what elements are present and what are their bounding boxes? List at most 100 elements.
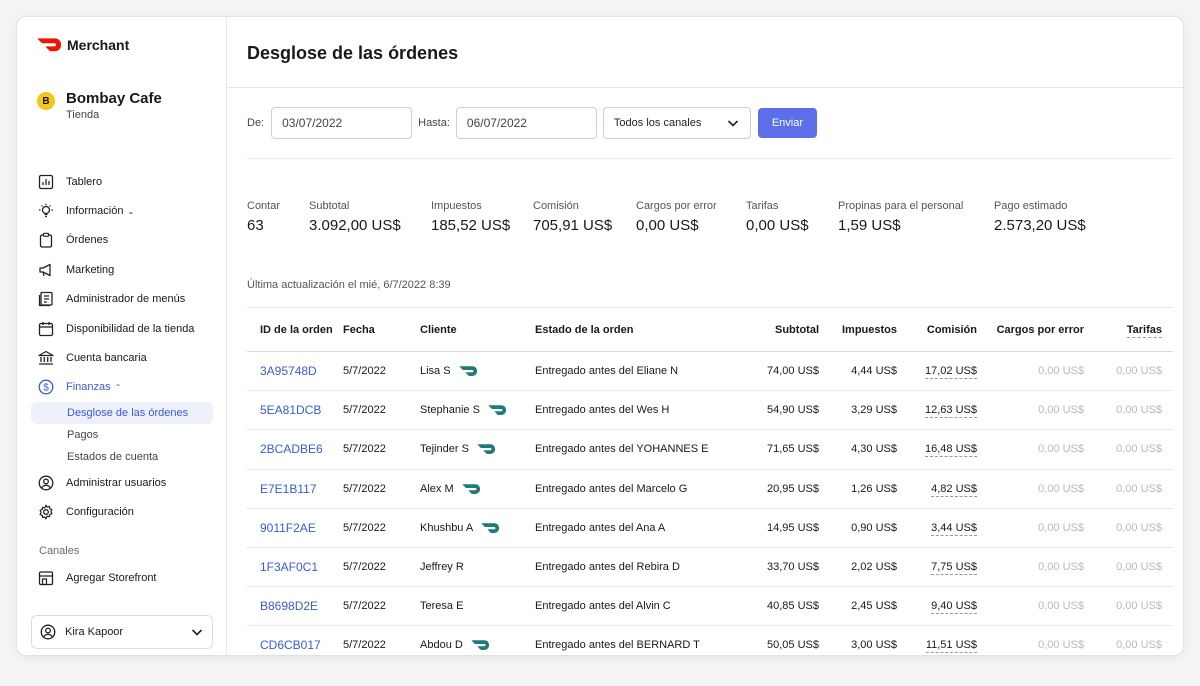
table-row[interactable]: CD6CB017 5/7/2022 Abdou D Entregado antes d…	[247, 626, 1173, 655]
taxes-cell: 0,90 US$	[851, 521, 897, 534]
table-row[interactable]: 9011F2AE 5/7/2022 Khushbu A Entregado antes…	[247, 509, 1173, 548]
commission-cell: 12,63 US$	[897, 404, 977, 419]
stat-value: 2.573,20 US$	[994, 217, 1086, 234]
commission-value[interactable]: 9,40 US$	[931, 600, 977, 615]
sidebar-item-label: Agregar Storefront	[66, 571, 157, 584]
stat-estimated-payout: Pago estimado 2.573,20 US$	[994, 200, 1086, 234]
gear-icon	[38, 504, 54, 520]
col-header-id[interactable]: ID de la orden	[247, 324, 343, 336]
commission-cell: 16,48 US$	[897, 443, 977, 458]
fees-cell: 0,00 US$	[1116, 443, 1162, 456]
table-row[interactable]: 1F3AF0C1 5/7/2022 Jeffrey R Entregado antes…	[247, 548, 1173, 588]
commission-value[interactable]: 16,48 US$	[925, 443, 977, 458]
error-charges-cell: 0,00 US$	[1038, 561, 1084, 574]
chart-icon	[38, 174, 54, 190]
channel-select[interactable]: Todos los canales	[602, 107, 751, 139]
order-id-link[interactable]: 1F3AF0C1	[260, 560, 318, 574]
app-window: Merchant B Bombay Cafe Tienda Tablero In…	[16, 16, 1184, 656]
commission-value[interactable]: 17,02 US$	[925, 365, 977, 380]
stat-subtotal: Subtotal 3.092,00 US$	[309, 200, 401, 234]
main-content: Desglose de las órdenes De: 03/07/2022 H…	[227, 17, 1183, 655]
status-cell: Entregado antes del Wes H	[535, 404, 670, 417]
submit-button[interactable]: Enviar	[757, 108, 817, 138]
table-row[interactable]: E7E1B117 5/7/2022 Alex M Entregado antes de…	[247, 470, 1173, 509]
subnav-item-statements[interactable]: Estados de cuenta	[31, 446, 213, 468]
col-header-status[interactable]: Estado de la orden	[535, 324, 725, 336]
col-header-client[interactable]: Cliente	[420, 324, 535, 336]
order-id-link[interactable]: CD6CB017	[260, 638, 321, 652]
from-date-input[interactable]: 03/07/2022	[271, 107, 413, 139]
commission-value[interactable]: 3,44 US$	[931, 521, 977, 536]
subnav-item-order-breakdown[interactable]: Desglose de las órdenes	[31, 402, 213, 425]
sidebar-item-label: Administrador de menús	[66, 293, 186, 306]
col-header-fees[interactable]: Tarifas	[1084, 323, 1162, 338]
user-menu[interactable]: Kira Kapoor	[31, 615, 213, 649]
order-id-link[interactable]: 2BCADBE6	[260, 442, 323, 456]
clipboard-icon	[38, 232, 54, 249]
stat-staff-tips: Propinas para el personal 1,59 US$	[838, 200, 963, 234]
commission-cell: 7,75 US$	[897, 561, 977, 576]
order-id-link[interactable]: B8698D2E	[260, 599, 318, 613]
order-id-link[interactable]: 5EA81DCB	[260, 403, 321, 417]
col-header-date[interactable]: Fecha	[343, 324, 420, 336]
brand-logo[interactable]: Merchant	[37, 37, 129, 53]
channel-select-value: Todos los canales	[613, 117, 702, 129]
table-row[interactable]: B8698D2E 5/7/2022 Teresa E Entregado antes …	[247, 587, 1173, 627]
table-row[interactable]: 5EA81DCB 5/7/2022 Stephanie S Entregado ant…	[247, 391, 1173, 431]
stat-label: Tarifas	[746, 200, 779, 212]
to-date-input[interactable]: 06/07/2022	[455, 107, 597, 139]
commission-cell: 3,44 US$	[897, 521, 977, 536]
fees-cell: 0,00 US$	[1116, 482, 1162, 495]
dashpass-icon	[488, 405, 506, 416]
sidebar-item-store-availability[interactable]: Disponibilidad de la tienda	[17, 314, 227, 343]
fees-cell: 0,00 US$	[1116, 404, 1162, 417]
order-id-link[interactable]: E7E1B117	[260, 482, 317, 496]
stat-value: 3.092,00 US$	[309, 217, 401, 234]
sidebar-item-label: Órdenes	[66, 234, 109, 247]
sidebar-item-marketing[interactable]: Marketing	[17, 255, 227, 284]
table-row[interactable]: 2BCADBE6 5/7/2022 Tejinder S Entregado ante…	[247, 430, 1173, 470]
sidebar-item-finanzas[interactable]: $ Finanzas ⌃	[17, 373, 227, 402]
chevron-down-icon	[190, 625, 204, 639]
subnav-item-payments[interactable]: Pagos	[31, 424, 213, 446]
order-id-link[interactable]: 3A95748D	[260, 364, 317, 378]
order-id-cell: CD6CB017	[247, 638, 343, 652]
table-row[interactable]: 3A95748D 5/7/2022 Lisa S Entregado antes de…	[247, 352, 1173, 392]
lightbulb-icon	[38, 203, 54, 219]
sidebar-item-manage-users[interactable]: Administrar usuarios	[17, 468, 227, 497]
error-charges-cell: 0,00 US$	[1038, 482, 1084, 495]
date-cell: 5/7/2022	[343, 443, 386, 456]
sidebar-item-settings[interactable]: Configuración	[17, 498, 227, 527]
stat-count: Contar 63	[247, 200, 280, 234]
stat-error-charges: Cargos por error 0,00 US$	[636, 200, 717, 234]
subtotal-cell: 33,70 US$	[767, 561, 819, 574]
commission-value[interactable]: 4,82 US$	[931, 482, 977, 497]
user-avatar-icon	[40, 624, 56, 640]
chevron-down-icon	[726, 116, 740, 130]
col-header-commission[interactable]: Comisión	[897, 324, 977, 336]
sidebar-item-informacion[interactable]: Información ⌄	[17, 196, 227, 225]
orders-table: ID de la orden Fecha Cliente Estado de l…	[247, 308, 1173, 655]
col-header-taxes[interactable]: Impuestos	[819, 324, 897, 336]
date-cell: 5/7/2022	[343, 561, 386, 574]
sidebar-item-tablero[interactable]: Tablero	[17, 167, 227, 196]
commission-value[interactable]: 11,51 US$	[925, 639, 977, 654]
sidebar-item-add-storefront[interactable]: Agregar Storefront	[17, 563, 227, 592]
sidebar-item-menu-manager[interactable]: Administrador de menús	[17, 285, 227, 314]
col-header-subtotal[interactable]: Subtotal	[725, 324, 819, 336]
sidebar-item-bank-account[interactable]: Cuenta bancaria	[17, 343, 227, 372]
commission-value[interactable]: 7,75 US$	[931, 561, 977, 576]
commission-value[interactable]: 12,63 US$	[925, 404, 977, 419]
order-id-cell: 3A95748D	[247, 364, 343, 378]
filter-bar: De: 03/07/2022 Hasta: 06/07/2022 Todos l…	[247, 107, 817, 139]
error-charges-cell: 0,00 US$	[1038, 443, 1084, 456]
fees-cell: 0,00 US$	[1116, 561, 1162, 574]
store-switcher[interactable]: B Bombay Cafe Tienda	[37, 90, 162, 122]
client-cell: Abdou D	[420, 639, 535, 651]
fees-cell: 0,00 US$	[1116, 600, 1162, 613]
client-cell: Tejinder S	[420, 443, 535, 455]
sidebar-item-ordenes[interactable]: Órdenes	[17, 226, 227, 255]
col-header-errors[interactable]: Cargos por error	[977, 324, 1084, 336]
order-id-link[interactable]: 9011F2AE	[260, 521, 316, 535]
taxes-cell: 3,00 US$	[851, 639, 897, 652]
